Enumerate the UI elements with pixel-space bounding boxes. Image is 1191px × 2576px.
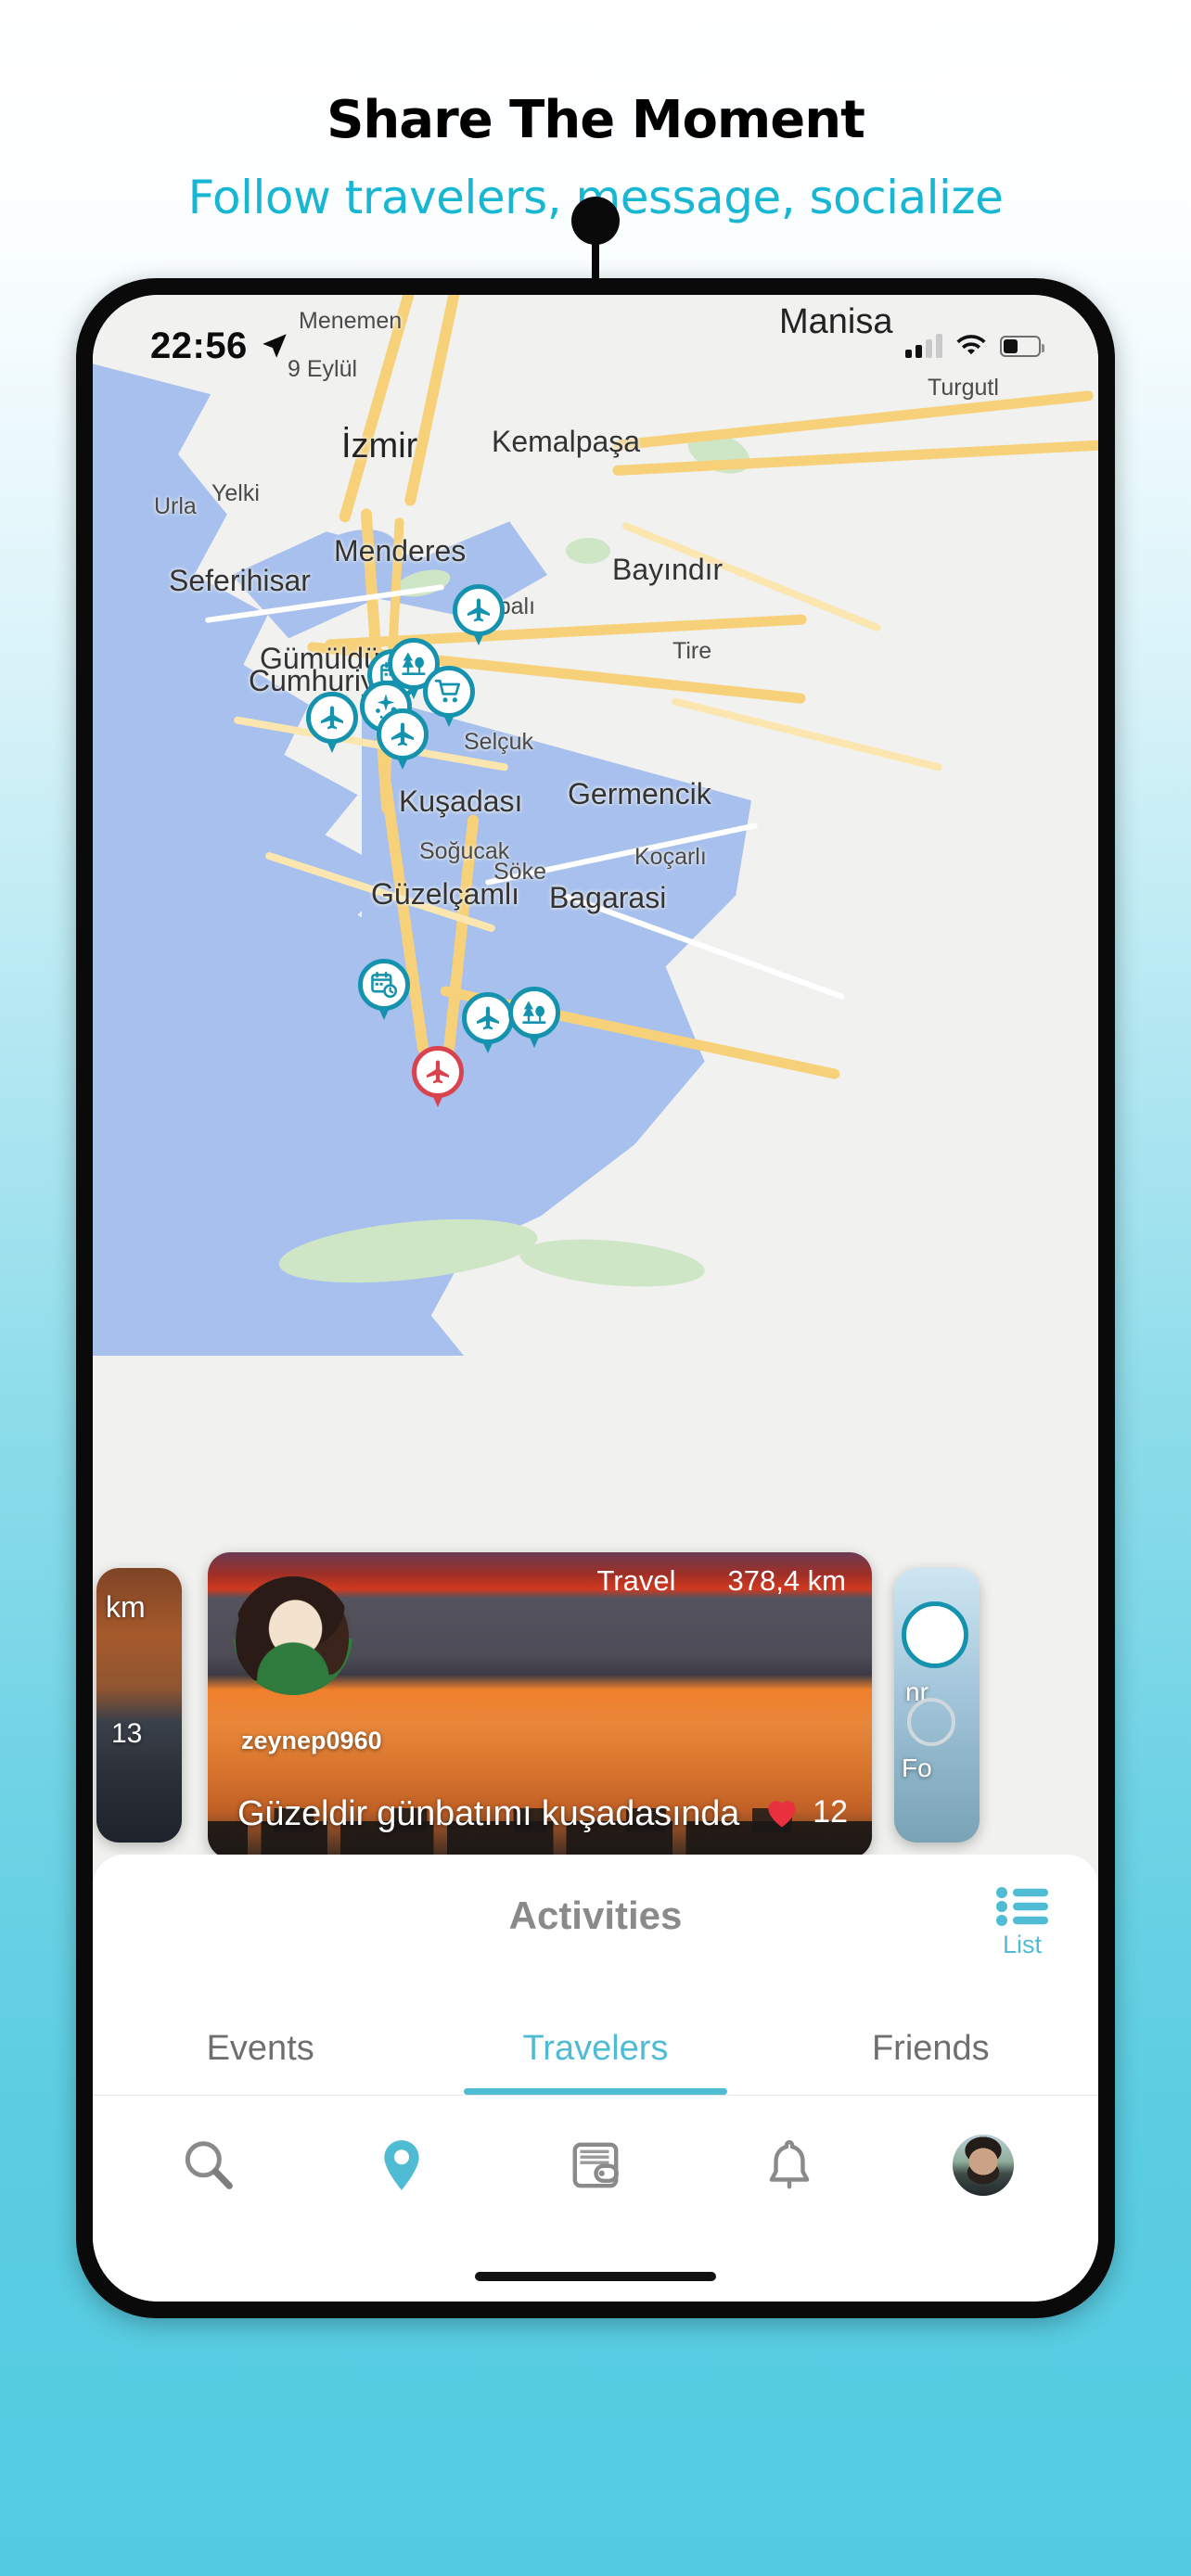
nav-item-profile[interactable]: [918, 2119, 1048, 2212]
tab-bar[interactable]: Events Travelers Friends: [93, 1994, 1098, 2096]
wallet-icon: [572, 2142, 619, 2188]
nav-item-wallet[interactable]: [531, 2119, 660, 2212]
card-caption: Güzeldir günbatımı kuşadasında: [237, 1794, 740, 1833]
map-label: İzmir: [341, 427, 418, 465]
map-label: Güzelçamlı: [371, 877, 520, 911]
map-label: Bayındır: [612, 553, 724, 586]
map-label: Manisa: [779, 302, 893, 341]
map-label: Urla: [154, 493, 197, 519]
airplane-icon: [902, 1601, 968, 1668]
location-pin-icon: [384, 2140, 419, 2190]
selected-marker-kusadasi[interactable]: [412, 1046, 464, 1109]
bottom-nav[interactable]: [93, 2096, 1098, 2235]
list-item[interactable]: Travel 378,4 km zeynep0960 Güzeldir günb…: [208, 1552, 872, 1858]
marker-bubble: [358, 959, 410, 1011]
pointer-pin-dot: [571, 197, 620, 245]
activity-carousel[interactable]: km 13 Travel 378,4 km zeynep0960 Güzeldi…: [93, 1552, 1098, 1858]
card-likes: 13: [111, 1718, 143, 1749]
shopping-marker[interactable]: [423, 666, 475, 729]
nav-item-search[interactable]: [143, 2119, 273, 2212]
marker-bubble: [377, 708, 429, 760]
page-title: Activities: [508, 1894, 683, 1937]
map-label: Bagarasi: [549, 881, 667, 914]
card-distance: km: [106, 1590, 146, 1624]
nav-item-map[interactable]: [337, 2119, 467, 2212]
avatar[interactable]: [234, 1576, 352, 1695]
map-label: Kemalpaşa: [492, 425, 641, 458]
list-button-label: List: [1002, 1931, 1043, 1958]
map-circle-decor: [907, 1698, 955, 1746]
promo-header: Share The Moment Follow travelers, messa…: [0, 0, 1191, 225]
marker-bubble: [412, 1046, 464, 1098]
park-marker-selcuk[interactable]: [508, 987, 560, 1050]
map-label: Kuşadası: [399, 784, 523, 818]
tab-events[interactable]: Events: [93, 2029, 428, 2095]
sheet-header: Activities List: [93, 1855, 1098, 1994]
tab-travelers[interactable]: Travelers: [428, 2029, 762, 2095]
nav-item-notifications[interactable]: [724, 2119, 854, 2212]
phone-frame: Menemen Manisa 9 Eylül Turgutl İzmir Kemalpaş…: [76, 278, 1115, 2318]
avatar-image: [234, 1576, 352, 1695]
marker-bubble: [423, 666, 475, 718]
tab-friends[interactable]: Friends: [763, 2029, 1098, 2095]
card-distance: 378,4 km: [727, 1564, 846, 1597]
list-icon: [996, 1887, 1048, 1926]
home-indicator: [475, 2272, 716, 2281]
profile-avatar-image: [952, 2135, 1014, 2196]
marker-bubble: [306, 692, 358, 744]
airplane-icon: [321, 706, 343, 730]
profile-avatar-icon: [952, 2135, 1014, 2196]
card-label-bottom: Fo: [902, 1753, 932, 1782]
airport-marker-manisa[interactable]: [453, 584, 505, 647]
airport-marker-izmir[interactable]: [377, 708, 429, 772]
card-username[interactable]: zeynep0960: [241, 1727, 382, 1755]
phone-screen: Menemen Manisa 9 Eylül Turgutl İzmir Kemalpaş…: [93, 295, 1098, 2302]
map-label: Yelki: [211, 480, 260, 506]
road-segment: [612, 439, 1098, 477]
green-area-2: [566, 538, 610, 564]
airplane-icon: [427, 1060, 449, 1084]
heart-icon[interactable]: [764, 1797, 800, 1829]
card-like-group[interactable]: 12: [764, 1794, 848, 1830]
search-icon: [186, 2141, 234, 2189]
airport-marker-west[interactable]: [306, 692, 358, 755]
map-label: Tire: [672, 638, 712, 664]
list-item[interactable]: nr Fo: [894, 1568, 980, 1843]
card-category: Travel: [596, 1564, 676, 1597]
map-label: Germencik: [568, 777, 711, 810]
road-segment: [403, 295, 461, 507]
list-item[interactable]: km 13: [96, 1568, 182, 1843]
map-label: Selçuk: [464, 729, 534, 755]
map-label: Menderes: [334, 534, 467, 567]
bottom-sheet: Activities List Events Travelers Friends: [93, 1855, 1098, 2302]
airplane-icon: [467, 598, 490, 622]
bell-icon: [769, 2140, 810, 2189]
museum-marker[interactable]: [358, 959, 410, 1022]
map-label: Seferihisar: [169, 564, 311, 597]
shopping-cart-icon: [434, 679, 461, 703]
map-label: 9 Eylül: [288, 356, 358, 382]
marker-bubble: [453, 584, 505, 636]
road-segment: [612, 389, 1095, 452]
road-segment: [671, 696, 943, 772]
airplane-icon: [391, 722, 414, 746]
marker-bubble: [508, 987, 560, 1039]
calendar-clock-icon: [371, 971, 398, 999]
card-like-count: 12: [813, 1794, 848, 1830]
map-label: Menemen: [299, 308, 403, 334]
marker-bubble: [462, 992, 514, 1044]
airport-marker-selcuk[interactable]: [462, 992, 514, 1055]
promo-title: Share The Moment: [327, 90, 865, 150]
map-label: Koçarlı: [634, 844, 707, 870]
tree-park-icon: [522, 1001, 546, 1024]
airplane-icon: [477, 1006, 499, 1030]
list-view-button[interactable]: List: [996, 1886, 1048, 1959]
map-label: Turgutl: [928, 375, 999, 401]
green-area-5: [518, 1232, 707, 1294]
